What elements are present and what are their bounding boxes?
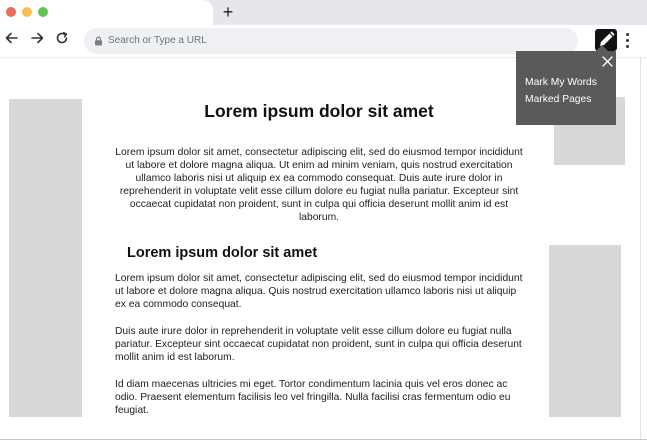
active-tab[interactable] <box>0 0 213 25</box>
article-title: Lorem ipsum dolor sit amet <box>204 101 434 121</box>
lock-icon <box>95 36 102 46</box>
close-icon[interactable] <box>602 56 613 67</box>
maximize-window-button[interactable] <box>38 7 48 17</box>
popup-item-mark-my-words[interactable]: Mark My Words <box>525 76 597 90</box>
extension-popup: Mark My Words Marked Pages <box>516 45 616 125</box>
menu-button[interactable] <box>622 30 634 50</box>
arrow-right-icon <box>31 32 44 44</box>
right-bottom-placeholder <box>549 245 621 417</box>
forward-button[interactable] <box>28 31 46 49</box>
popup-item-marked-pages[interactable]: Marked Pages <box>525 93 591 107</box>
section-paragraph: Lorem ipsum dolor sit amet, consectetur … <box>115 273 523 310</box>
kebab-menu-icon <box>626 45 629 48</box>
section-paragraph: Duis aute irure dolor in reprehenderit i… <box>115 326 522 363</box>
reload-icon <box>56 31 68 44</box>
new-tab-button[interactable]: + <box>220 2 236 22</box>
left-sidebar-placeholder <box>9 99 82 417</box>
window-bottom-border <box>0 439 647 440</box>
address-bar[interactable]: Search or Type a URL <box>84 28 578 54</box>
close-window-button[interactable] <box>6 7 16 17</box>
reload-button[interactable] <box>53 31 71 49</box>
kebab-menu-icon <box>626 33 629 36</box>
arrow-left-icon <box>5 32 18 44</box>
tab-strip: + <box>0 0 647 25</box>
back-button[interactable] <box>3 31 21 49</box>
article-intro: Lorem ipsum dolor sit amet, consectetur … <box>115 147 523 223</box>
address-bar-placeholder: Search or Type a URL <box>108 35 207 46</box>
section-paragraph: Id diam maecenas ultricies mi eget. Tort… <box>115 379 511 416</box>
minimize-window-button[interactable] <box>22 7 32 17</box>
kebab-menu-icon <box>626 39 629 42</box>
section-subtitle: Lorem ipsum dolor sit amet <box>127 245 318 261</box>
window-edge <box>640 57 641 439</box>
